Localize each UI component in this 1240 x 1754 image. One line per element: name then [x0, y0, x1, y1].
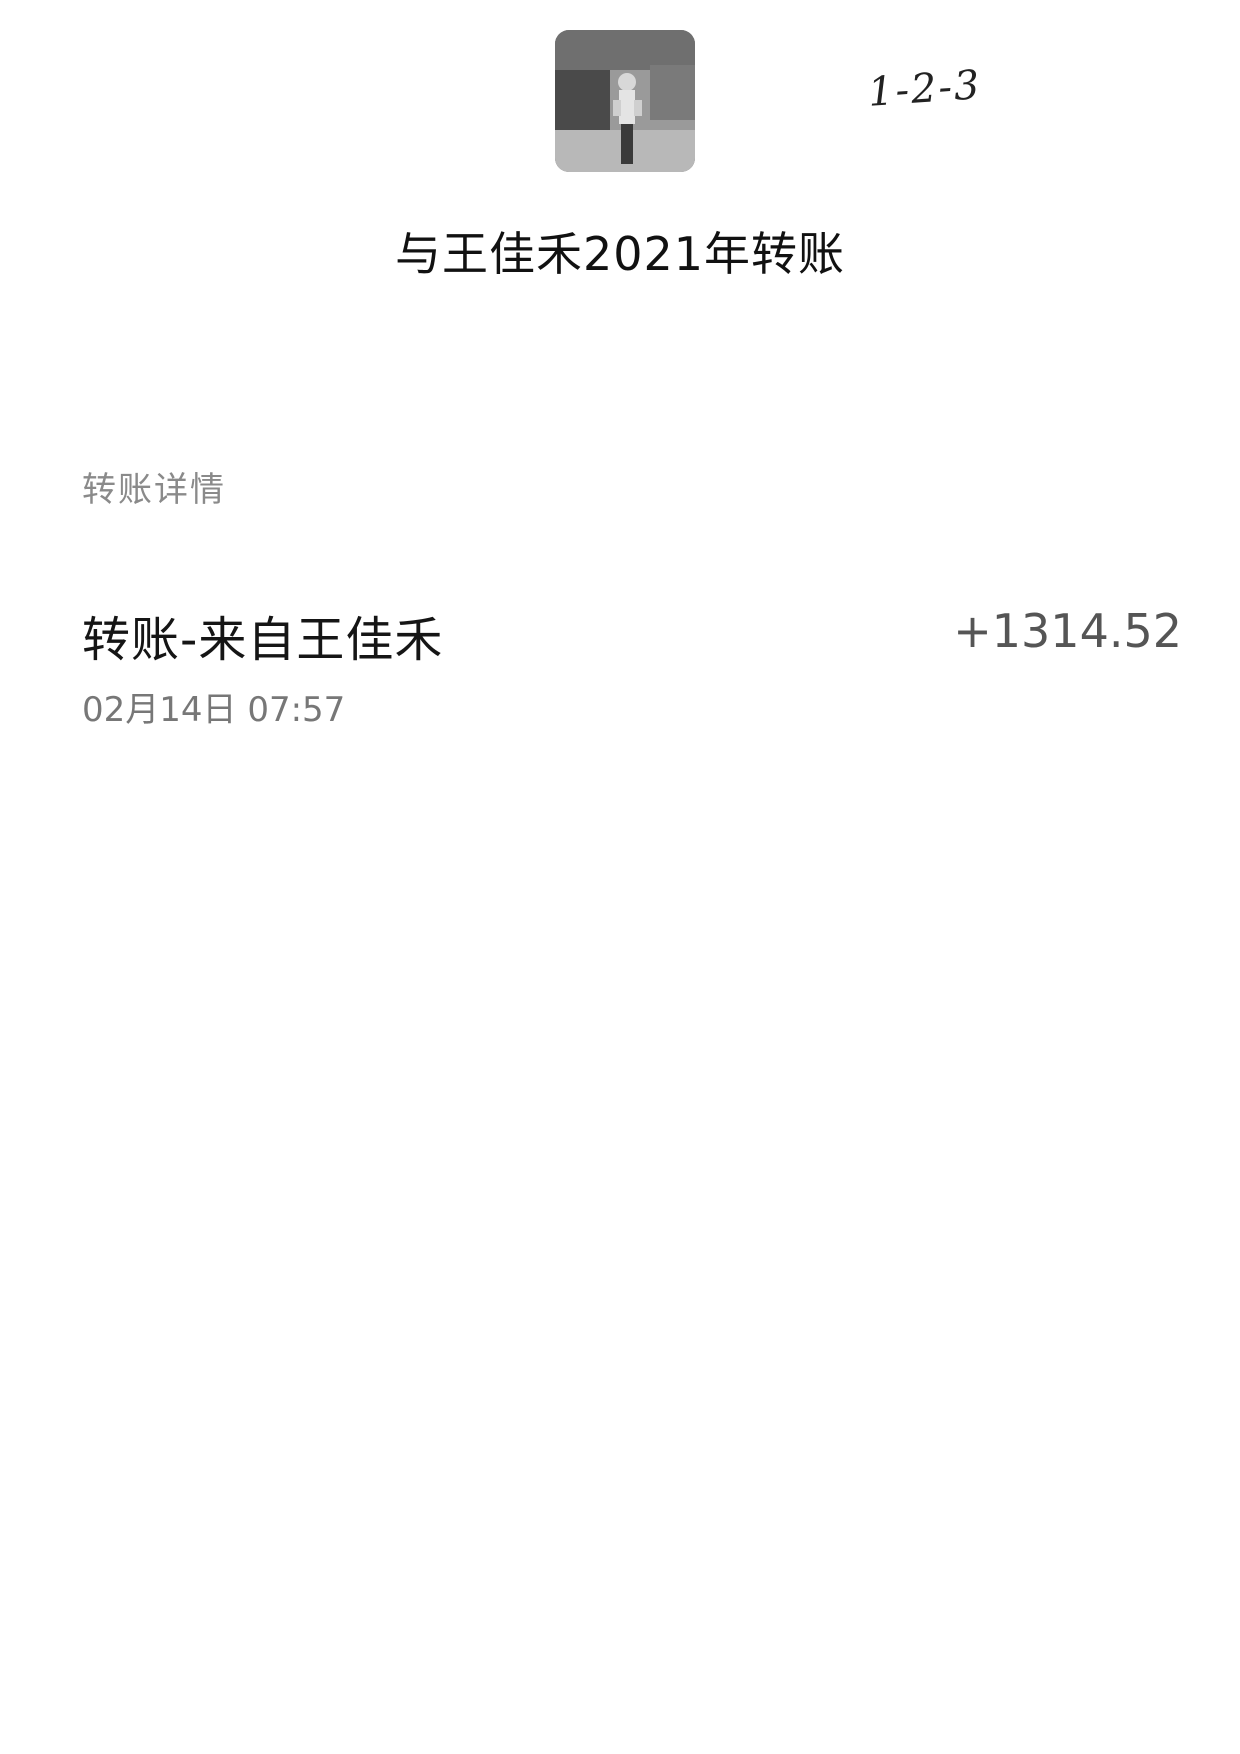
- transaction-amount: +1314.52: [953, 604, 1182, 658]
- avatar-photo-icon: [555, 30, 695, 172]
- contact-avatar[interactable]: [555, 30, 695, 172]
- transaction-title: 转账-来自王佳禾: [82, 612, 444, 668]
- transfer-history-page: 1-2-3 与王佳禾2021年转账 转账详情 转账-来自王佳禾 +1314.52…: [0, 0, 1240, 1754]
- transaction-time: 02月14日 07:57: [82, 690, 346, 730]
- handwritten-note: 1-2-3: [866, 62, 983, 116]
- section-label: 转账详情: [82, 470, 226, 510]
- page-title: 与王佳禾2021年转账: [394, 227, 846, 281]
- transaction-row[interactable]: 转账-来自王佳禾 +1314.52 02月14日 07:57: [82, 590, 1182, 740]
